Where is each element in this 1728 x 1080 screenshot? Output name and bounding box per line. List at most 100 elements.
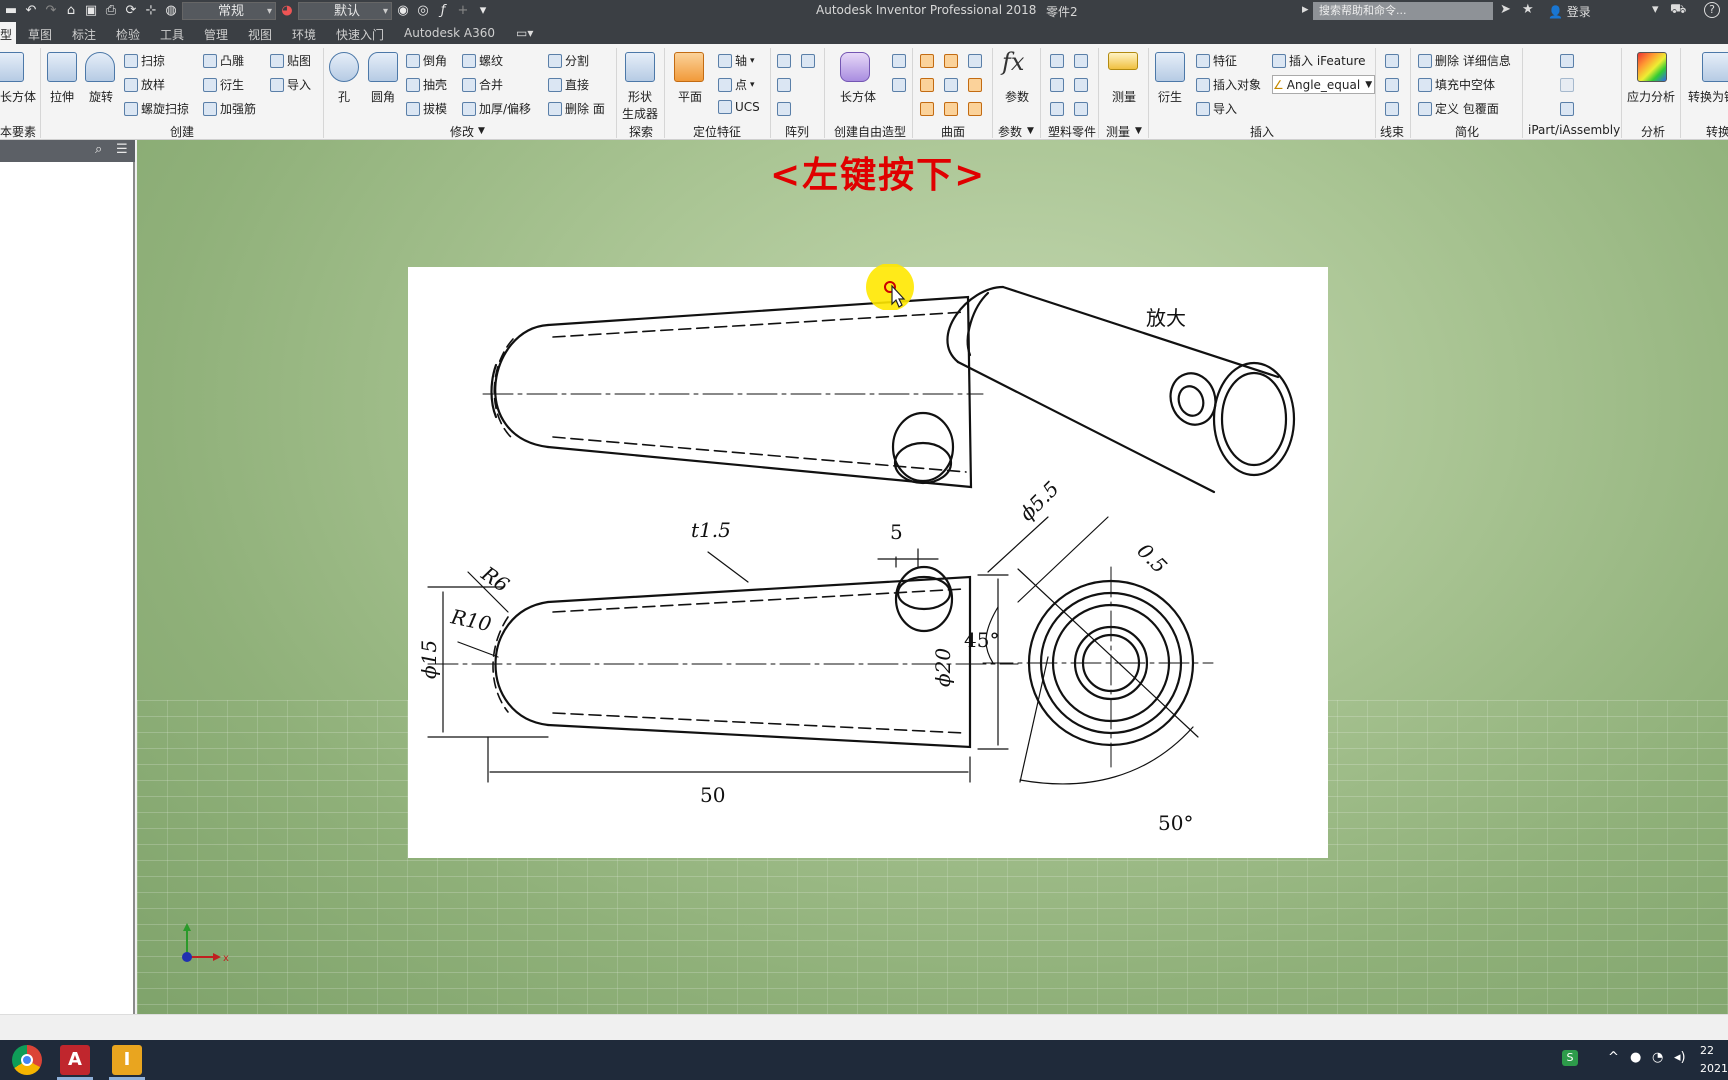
feature-button[interactable]: 特征 xyxy=(1196,52,1237,69)
extrude-icon[interactable] xyxy=(47,52,77,82)
undo-icon[interactable]: ↶ xyxy=(22,2,40,20)
appearance-combo[interactable]: 常规 xyxy=(182,2,276,21)
fx-icon[interactable]: ƒ xyxy=(434,2,452,20)
direct-button[interactable]: 直接 xyxy=(548,76,589,93)
rib-button[interactable]: 加强筋 xyxy=(203,100,256,117)
hole-button[interactable]: 孔 xyxy=(338,88,350,105)
tab-annotate[interactable]: 标注 xyxy=(72,26,96,43)
chevron-down-icon[interactable]: ▼ xyxy=(1027,126,1034,136)
tab-get-started[interactable]: 快速入门 xyxy=(336,26,384,43)
harness-icon-3[interactable] xyxy=(1385,102,1399,116)
plastic-icon-6[interactable] xyxy=(1074,102,1088,116)
insert-derive-button[interactable]: 衍生 xyxy=(1158,88,1182,105)
surface-icon-4[interactable] xyxy=(920,78,934,92)
insert-derive-icon[interactable] xyxy=(1155,52,1185,82)
menu-icon[interactable]: ☰ xyxy=(116,142,128,157)
define-envelope-button[interactable]: 定义 包覆面 xyxy=(1418,100,1499,117)
axis-button[interactable]: 轴 ▾ xyxy=(718,52,755,69)
freeform-box-button[interactable]: 长方体 xyxy=(840,88,876,105)
emboss-button[interactable]: 凸雕 xyxy=(203,52,244,69)
surface-icon-5[interactable] xyxy=(944,78,958,92)
ipart-icon-1[interactable] xyxy=(1560,54,1574,68)
thread-button[interactable]: 螺纹 xyxy=(462,52,503,69)
shell-button[interactable]: 抽壳 xyxy=(406,76,447,93)
plastic-icon-4[interactable] xyxy=(1074,78,1088,92)
print-icon[interactable]: ⎙ xyxy=(102,2,120,20)
import-button[interactable]: 导入 xyxy=(270,76,311,93)
plane-icon[interactable] xyxy=(674,52,704,82)
harness-icon-1[interactable] xyxy=(1385,54,1399,68)
stress-analysis-icon[interactable] xyxy=(1637,52,1667,82)
adjust-icon[interactable]: ◉ xyxy=(394,2,412,20)
plastic-icon-2[interactable] xyxy=(1074,54,1088,68)
mirror-icon[interactable] xyxy=(801,54,815,68)
chevron-up-icon[interactable]: ^ xyxy=(1608,1050,1619,1065)
extrude-button[interactable]: 拉伸 xyxy=(50,88,74,105)
plastic-icon-1[interactable] xyxy=(1050,54,1064,68)
tab-manage[interactable]: 管理 xyxy=(204,26,228,43)
fill-voids-button[interactable]: 填充中空体 xyxy=(1418,76,1495,93)
update-icon[interactable]: ⟳ xyxy=(122,2,140,20)
rect-pattern-icon[interactable] xyxy=(777,54,791,68)
inventor-icon[interactable]: I xyxy=(112,1045,142,1075)
point-button[interactable]: 点 ▾ xyxy=(718,76,755,93)
insert-import-button[interactable]: 导入 xyxy=(1196,100,1237,117)
clear-icon[interactable]: ◎ xyxy=(414,2,432,20)
color-icon[interactable]: ◕ xyxy=(278,2,296,20)
sweep-button[interactable]: 扫掠 xyxy=(124,52,165,69)
wps-icon[interactable]: S xyxy=(1562,1050,1578,1066)
chrome-icon[interactable] xyxy=(12,1045,42,1075)
system-clock[interactable]: 22 2021 xyxy=(1700,1042,1728,1078)
tab-view[interactable]: 视图 xyxy=(248,26,272,43)
draft-button[interactable]: 拔模 xyxy=(406,100,447,117)
save-icon[interactable]: ▣ xyxy=(82,2,100,20)
stress-analysis-button[interactable]: 应力分析 xyxy=(1627,88,1675,105)
tab-sketch[interactable]: 草图 xyxy=(28,26,52,43)
delete-face-button[interactable]: 删除 面 xyxy=(548,100,605,117)
surface-icon-6[interactable] xyxy=(968,78,982,92)
coil-button[interactable]: 螺旋扫掠 xyxy=(124,100,189,117)
ipart-icon-2[interactable] xyxy=(1560,78,1574,92)
measure-icon[interactable] xyxy=(1108,52,1138,70)
harness-icon-2[interactable] xyxy=(1385,78,1399,92)
microphone-icon[interactable]: ● xyxy=(1630,1050,1641,1065)
derive-button[interactable]: 衍生 xyxy=(203,76,244,93)
group-measure-label[interactable]: 测量 xyxy=(1106,123,1130,140)
box-icon[interactable] xyxy=(0,52,24,82)
loft-button[interactable]: 放样 xyxy=(124,76,165,93)
insert-object-button[interactable]: 插入对象 xyxy=(1196,76,1261,93)
revolve-button[interactable]: 旋转 xyxy=(89,88,113,105)
cart-icon[interactable]: ⛟ xyxy=(1670,2,1686,19)
help-search-input[interactable]: 搜索帮助和命令... xyxy=(1313,2,1493,20)
sign-in-button[interactable]: 👤 登录 xyxy=(1548,3,1591,20)
freeform-icon-2[interactable] xyxy=(892,78,906,92)
chevron-down-icon[interactable]: ▼ xyxy=(478,126,485,136)
select-icon[interactable]: ⊹ xyxy=(142,2,160,20)
chamfer-button[interactable]: 倒角 xyxy=(406,52,447,69)
angle-equal-combo[interactable]: ∠ Angle_equal ▼ xyxy=(1272,75,1376,94)
box-button[interactable]: 长方体 xyxy=(0,88,36,105)
pointer-icon[interactable]: ➤ xyxy=(1500,2,1511,17)
customize-icon[interactable]: ▾ xyxy=(474,2,492,20)
tab-tools[interactable]: 工具 xyxy=(160,26,184,43)
model-browser[interactable]: ⌕ ☰ xyxy=(0,140,135,1014)
plastic-icon-5[interactable] xyxy=(1050,102,1064,116)
freeform-icon-1[interactable] xyxy=(892,54,906,68)
menu-icon[interactable]: ▬ xyxy=(2,2,20,20)
redo-icon[interactable]: ↷ xyxy=(42,2,60,20)
freeform-box-icon[interactable] xyxy=(840,52,870,82)
search-icon[interactable]: ⌕ xyxy=(95,142,102,157)
surface-icon-2[interactable] xyxy=(944,54,958,68)
decal-button[interactable]: 贴图 xyxy=(270,52,311,69)
network-icon[interactable]: ◔ xyxy=(1652,1050,1663,1065)
arrow-right-icon[interactable]: ▸ xyxy=(1302,2,1309,17)
sketch-pattern-icon[interactable] xyxy=(777,102,791,116)
parameters-button[interactable]: 参数 xyxy=(1005,88,1029,105)
dropdown-icon[interactable]: ▾ xyxy=(1652,2,1659,17)
fx-parameters-icon[interactable]: fx xyxy=(1002,48,1024,76)
combine-button[interactable]: 合并 xyxy=(462,76,503,93)
surface-icon-9[interactable] xyxy=(968,102,982,116)
circ-pattern-icon[interactable] xyxy=(777,78,791,92)
ifeature-button[interactable]: 插入 iFeature xyxy=(1272,52,1366,69)
help-button[interactable]: ? xyxy=(1704,2,1720,18)
